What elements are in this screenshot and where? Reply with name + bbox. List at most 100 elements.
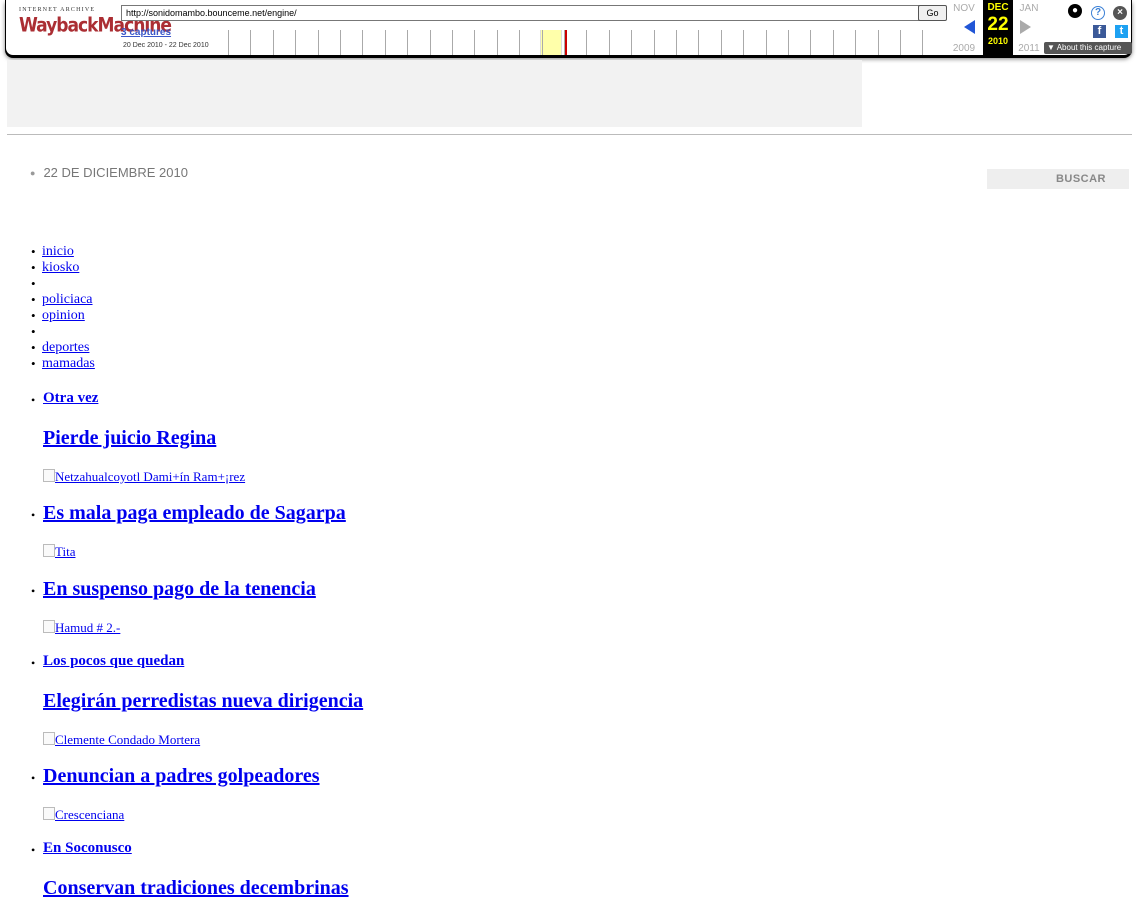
timeline-month-tick [631, 30, 633, 55]
logo-wayback-machine: WaybackMachine [19, 13, 172, 37]
bullet: • [31, 292, 36, 307]
timeline-month-tick [452, 30, 453, 55]
bullet: • [31, 843, 36, 857]
bullet: • [31, 244, 36, 259]
story-title-link[interactable]: Conservan tradiciones decembrinas [43, 877, 349, 900]
wayback-logo[interactable]: INTERNET ARCHIVE WaybackMachine [19, 7, 172, 37]
wayback-toolbar: INTERNET ARCHIVE WaybackMachine http://s… [5, 0, 1132, 56]
nav-link-policiaca[interactable]: policiaca [42, 292, 93, 308]
story-kicker-link[interactable]: En Soconusco [43, 840, 132, 857]
url-input[interactable]: http://sonidomambo.bounceme.net/engine/ [121, 5, 923, 21]
banner-placeholder [7, 60, 862, 127]
help-icon[interactable]: ? [1091, 6, 1105, 20]
current-capture-date: DEC 22 2010 [983, 0, 1013, 56]
bullet: • [31, 324, 36, 339]
bullet: • [31, 393, 36, 407]
nav-link-opinion[interactable]: opinion [42, 308, 85, 324]
story-title-link[interactable]: Elegirán perredistas nueva dirigencia [43, 690, 363, 713]
facebook-icon[interactable]: f [1093, 25, 1106, 38]
twitter-icon[interactable]: t [1115, 25, 1128, 38]
nav-link-deportes[interactable]: deportes [42, 340, 89, 356]
timeline-month-tick [340, 30, 341, 55]
timeline-month-tick [429, 30, 431, 55]
about-capture-button[interactable]: ▼ About this capture [1044, 42, 1132, 54]
timeline-month-tick [877, 30, 879, 55]
timeline-month-tick [496, 30, 498, 55]
image-alt-text: Crescenciana [55, 807, 125, 822]
current-day: 22 [987, 14, 1009, 35]
bullet: • [31, 508, 36, 522]
timeline-month-tick [765, 30, 767, 55]
timeline-month-tick [272, 30, 274, 55]
nav-link-inicio[interactable]: inicio [42, 244, 74, 260]
bullet: • [31, 276, 36, 291]
timeline-month-tick [743, 30, 745, 55]
timeline-month-tick [384, 30, 386, 55]
story-image-link[interactable]: Hamud # 2.- [43, 620, 120, 636]
timeline-month-tick [832, 30, 834, 55]
timeline-month-tick [317, 30, 319, 55]
broken-image-icon [43, 469, 55, 482]
bullet: • [31, 656, 36, 670]
captures-link[interactable]: 3 captures [121, 27, 171, 38]
next-capture-arrow-icon [1020, 20, 1031, 34]
bullet: • [31, 771, 36, 785]
search-button[interactable]: BUSCAR [987, 169, 1129, 189]
timeline-month-tick [519, 30, 521, 55]
story-kicker-link[interactable]: Los pocos que quedan [43, 653, 184, 670]
user-icon[interactable]: ● [1068, 4, 1082, 18]
current-month: DEC [987, 2, 1009, 13]
go-button[interactable]: Go [918, 5, 947, 21]
bullet: • [31, 308, 36, 323]
story-title-link[interactable]: Es mala paga empleado de Sagarpa [43, 502, 346, 525]
prev-month-label[interactable]: NOV [949, 3, 979, 14]
timeline-month-tick [788, 30, 789, 55]
bullet: • [31, 356, 36, 371]
prev-capture-arrow-icon[interactable] [964, 20, 975, 34]
story-kicker-link[interactable]: Otra vez [43, 390, 98, 407]
story-image-link[interactable]: Tita [43, 544, 75, 560]
broken-image-icon [43, 544, 55, 557]
story-image-link[interactable]: Clemente Condado Mortera [43, 732, 200, 748]
date-line: ● 22 DE DICIEMBRE 2010 [30, 165, 188, 180]
timeline-month-tick [900, 30, 901, 55]
story-title-link[interactable]: Denuncian a padres golpeadores [43, 765, 320, 788]
story-title-link[interactable]: En suspenso pago de la tenencia [43, 578, 316, 601]
story-image-link[interactable]: Crescenciana [43, 807, 124, 823]
timeline-month-tick [855, 30, 857, 55]
date-bullet: ● [30, 168, 36, 178]
capture-timeline[interactable] [228, 30, 940, 55]
image-alt-text: Clemente Condado Mortera [55, 732, 201, 747]
bullet: • [31, 340, 36, 355]
timeline-month-tick [608, 30, 610, 55]
timeline-month-tick [810, 30, 812, 55]
timeline-month-tick [653, 30, 655, 55]
next-month-label: JAN [1019, 3, 1039, 14]
timeline-month-tick [698, 30, 700, 55]
timeline-current-month [540, 30, 562, 55]
nav-link-kiosko[interactable]: kiosko [42, 260, 79, 276]
chevron-down-icon: ▼ [1047, 43, 1055, 52]
broken-image-icon [43, 732, 55, 745]
timeline-month-tick [586, 30, 588, 55]
timeline-month-tick [541, 30, 543, 55]
timeline-month-tick [922, 30, 924, 55]
timeline-month-tick [407, 30, 409, 55]
timeline-month-tick [474, 30, 476, 55]
timeline-month-tick [564, 30, 565, 55]
timeline-month-tick [295, 30, 297, 55]
capture-date-range: 20 Dec 2010 - 22 Dec 2010 [123, 42, 209, 49]
broken-image-icon [43, 620, 55, 633]
story-image-link[interactable]: Netzahualcoyotl Dami+ín Ram+¡rez [43, 469, 245, 485]
close-icon[interactable]: × [1113, 6, 1127, 20]
logo-internet-archive: INTERNET ARCHIVE [19, 7, 96, 13]
timeline-capture-marker[interactable] [565, 30, 567, 55]
about-capture-label: About this capture [1056, 43, 1122, 52]
image-alt-text: Hamud # 2.- [55, 620, 121, 635]
next-year-label: 2011 [1018, 43, 1040, 54]
story-title-link[interactable]: Pierde juicio Regina [43, 427, 216, 450]
nav-link-mamadas[interactable]: mamadas [42, 356, 95, 372]
timeline-month-tick [250, 30, 252, 55]
prev-year-label[interactable]: 2009 [949, 43, 979, 54]
timeline-month-tick [720, 30, 722, 55]
